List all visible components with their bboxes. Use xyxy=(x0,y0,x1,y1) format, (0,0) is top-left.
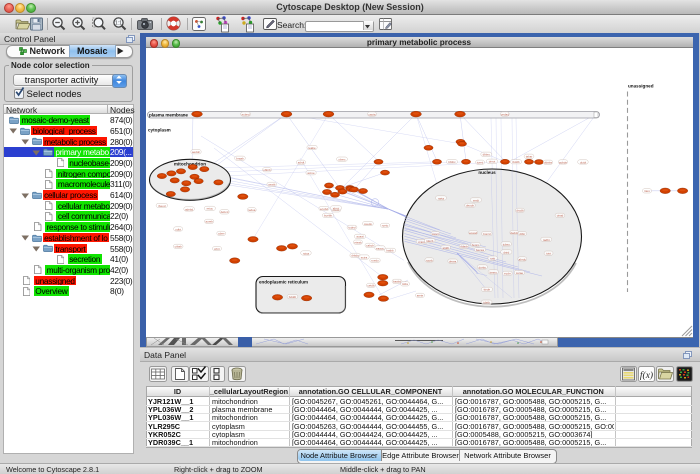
svg-text:aoaat: aoaat xyxy=(356,234,363,238)
svg-text:nucleus: nucleus xyxy=(478,170,496,175)
svg-text:ddaba: ddaba xyxy=(543,160,551,164)
svg-text:ttede: ttede xyxy=(483,287,490,291)
svg-text:drtrd: drtrd xyxy=(503,250,509,254)
svg-text:tcerd: tcerd xyxy=(476,160,483,164)
svg-text:dorbo: dorbo xyxy=(478,265,486,269)
svg-text:ceedo: ceedo xyxy=(364,222,372,226)
svg-text:atddt: atddt xyxy=(442,245,449,249)
svg-text:adrdt: adrdt xyxy=(297,160,304,164)
svg-text:becea: becea xyxy=(476,248,484,252)
svg-text:oedad: oedad xyxy=(500,112,508,116)
svg-text:aobde: aobde xyxy=(558,160,566,164)
svg-text:cderr: cderr xyxy=(218,231,225,235)
svg-text:otrad: otrad xyxy=(556,213,563,217)
svg-text:obbrb: obbrb xyxy=(263,168,271,172)
svg-text:braab: braab xyxy=(236,156,244,160)
svg-text:rtaro: rtaro xyxy=(644,189,650,193)
svg-text:endoplasmic reticulum: endoplasmic reticulum xyxy=(259,279,308,284)
svg-text:ectra: ectra xyxy=(360,255,367,259)
svg-text:cytoplasm: cytoplasm xyxy=(148,127,171,132)
svg-text:cerae: cerae xyxy=(515,271,523,275)
svg-text:retoc: retoc xyxy=(206,206,213,210)
svg-text:f(x): f(x) xyxy=(640,370,653,381)
svg-text:aeddc: aeddc xyxy=(192,150,200,154)
svg-text:ttdra: ttdra xyxy=(402,282,408,286)
svg-text:tcded: tcded xyxy=(348,225,355,229)
svg-text:derot: derot xyxy=(488,159,495,163)
svg-text:adebd: adebd xyxy=(185,207,193,211)
svg-text:oeatb: oeatb xyxy=(268,182,276,186)
svg-text:tbddb: tbddb xyxy=(512,160,520,164)
svg-text:dbbro: dbbro xyxy=(482,152,490,156)
svg-text:beero: beero xyxy=(489,270,497,274)
svg-text:eoaod: eoaod xyxy=(469,231,477,235)
svg-text:borcd: borcd xyxy=(483,232,491,236)
svg-text:beoro: beoro xyxy=(471,243,479,247)
svg-text:tdetb: tdetb xyxy=(483,300,490,304)
svg-text:debcd: debcd xyxy=(220,210,228,214)
svg-text:acroe: acroe xyxy=(307,171,315,175)
svg-text:abrct: abrct xyxy=(332,206,339,210)
svg-text:unassigned: unassigned xyxy=(628,83,654,88)
svg-text:rbeod: rbeod xyxy=(158,204,166,208)
svg-text:oberc: oberc xyxy=(338,157,346,161)
svg-text:crbrr: crbrr xyxy=(214,247,220,251)
svg-text:roedo: roedo xyxy=(371,258,379,262)
svg-text:totrt: totrt xyxy=(546,251,551,255)
svg-text:baabd: baabd xyxy=(392,279,400,283)
svg-text:bcebb: bcebb xyxy=(324,213,332,217)
svg-text:redoa: redoa xyxy=(247,208,255,212)
svg-text:rottt: rottt xyxy=(490,256,495,260)
svg-text:caocr: caocr xyxy=(431,232,438,236)
svg-text:roorb: roorb xyxy=(425,258,432,262)
svg-text:errdt: errdt xyxy=(473,198,479,202)
svg-text:cabcb: cabcb xyxy=(366,243,374,247)
svg-text:bdddt: bdddt xyxy=(288,295,295,299)
svg-text:ecobd: ecobd xyxy=(320,207,328,211)
svg-text:eteab: eteab xyxy=(354,240,362,244)
svg-text:deddc: deddc xyxy=(510,231,518,235)
svg-text:teabe: teabe xyxy=(308,146,316,150)
svg-text:odtrt: odtrt xyxy=(175,227,181,231)
svg-text:ddadr: ddadr xyxy=(460,244,467,248)
svg-text:abrdc: abrdc xyxy=(518,257,526,261)
svg-text:dtbtr: dtbtr xyxy=(519,232,525,236)
svg-text:eaaoc: eaaoc xyxy=(376,246,384,250)
svg-text:dctdt: dctdt xyxy=(579,160,585,164)
svg-text:tabar: tabar xyxy=(525,154,532,158)
svg-text:arete: arete xyxy=(416,293,423,297)
svg-text:rdecb: rdecb xyxy=(426,239,434,243)
svg-text:ctbab: ctbab xyxy=(174,244,181,248)
svg-text:bbtbc: bbtbc xyxy=(448,160,456,164)
svg-text:batbb: batbb xyxy=(386,248,394,252)
svg-text:plasma membrane: plasma membrane xyxy=(149,112,188,117)
svg-text:drbda: drbda xyxy=(351,253,359,257)
svg-text:deara: deara xyxy=(448,259,456,263)
svg-text:tcbeo: tcbeo xyxy=(502,242,509,246)
svg-text:caota: caota xyxy=(368,112,375,116)
svg-text:ecbed: ecbed xyxy=(241,112,249,116)
svg-text:ecdrr: ecdrr xyxy=(504,271,511,275)
svg-text:cetdb: cetdb xyxy=(367,283,374,287)
svg-text:1:1: 1:1 xyxy=(115,21,122,27)
svg-text:rarta: rarta xyxy=(438,196,444,200)
svg-text:drcdb: drcdb xyxy=(516,208,524,212)
svg-text:tadbt: tadbt xyxy=(543,237,550,241)
svg-text:rctca: rctca xyxy=(302,251,309,255)
svg-text:aoreb: aoreb xyxy=(205,219,213,223)
svg-text:deoob: deoob xyxy=(465,203,473,207)
svg-text:rceto: rceto xyxy=(381,223,388,227)
